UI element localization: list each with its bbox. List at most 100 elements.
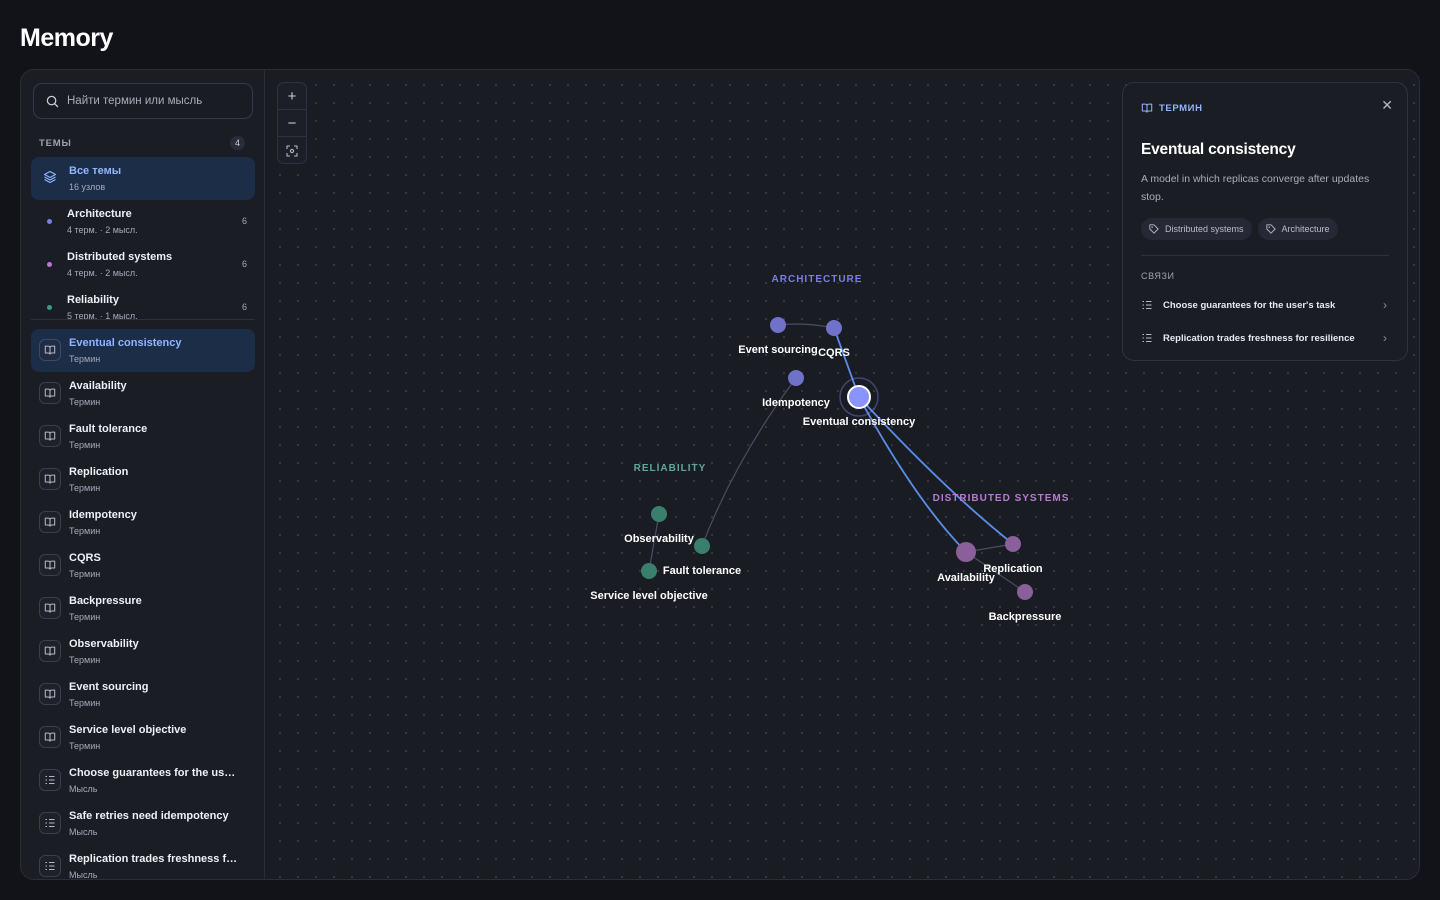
theme-color-dot bbox=[47, 262, 52, 267]
theme-color-dot bbox=[47, 305, 52, 310]
node-list-item-label: Fault tolerance bbox=[69, 423, 148, 435]
node-list-item-type: Термин bbox=[69, 569, 101, 579]
node-event-sourcing[interactable] bbox=[770, 317, 786, 333]
node-label-fault-tolerance: Fault tolerance bbox=[663, 565, 741, 577]
node-list-item-type: Термин bbox=[69, 698, 101, 708]
links-label: СВЯЗИ bbox=[1141, 271, 1175, 281]
node-type-icon bbox=[39, 640, 61, 662]
detail-panel: ТЕРМИН ✕ Eventual consistency A model in… bbox=[1122, 82, 1408, 361]
node-list-item[interactable]: Event sourcing Термин bbox=[31, 673, 255, 716]
node-idempotency[interactable] bbox=[788, 370, 804, 386]
book-icon bbox=[44, 345, 56, 355]
node-list-item-label: Eventual consistency bbox=[69, 337, 182, 349]
node-list-item[interactable]: Replication trades freshness for … Мысль bbox=[31, 845, 255, 879]
thought-icon bbox=[45, 775, 55, 785]
node-list-item[interactable]: Replication Термин bbox=[31, 458, 255, 501]
node-type-icon bbox=[39, 812, 61, 834]
node-list-item[interactable]: Observability Термин bbox=[31, 630, 255, 673]
search-input[interactable] bbox=[67, 95, 237, 107]
node-list-item-type: Термин bbox=[69, 612, 101, 622]
node-label-event-sourcing: Event sourcing bbox=[738, 344, 817, 356]
node-cqrs[interactable] bbox=[826, 320, 842, 336]
book-icon bbox=[44, 689, 56, 699]
node-list-item-label: Replication bbox=[69, 466, 129, 478]
thought-icon bbox=[1142, 300, 1152, 310]
node-list-item-type: Термин bbox=[69, 440, 101, 450]
node-replication[interactable] bbox=[1005, 536, 1021, 552]
search-box[interactable] bbox=[33, 83, 253, 119]
sidebar-divider bbox=[31, 319, 255, 320]
book-icon bbox=[1141, 103, 1153, 113]
panel-kicker: ТЕРМИН bbox=[1141, 102, 1203, 114]
node-list-item[interactable]: CQRS Термин bbox=[31, 544, 255, 587]
book-icon bbox=[44, 474, 56, 484]
thought-icon bbox=[1142, 333, 1152, 343]
node-backpressure[interactable] bbox=[1017, 584, 1033, 600]
cluster-label-distributed-systems: DISTRIBUTED SYSTEMS bbox=[933, 493, 1070, 504]
node-list-item-label: Idempotency bbox=[69, 509, 137, 521]
node-label-backpressure: Backpressure bbox=[989, 611, 1062, 623]
panel-kicker-text: ТЕРМИН bbox=[1159, 102, 1203, 114]
node-label-eventual-consistency: Eventual consistency bbox=[803, 416, 916, 428]
node-list-item-label: Backpressure bbox=[69, 595, 142, 607]
node-service-level-objective[interactable] bbox=[641, 563, 657, 579]
node-list-item[interactable]: Choose guarantees for the user'… Мысль bbox=[31, 759, 255, 802]
node-type-icon bbox=[39, 769, 61, 791]
link-item[interactable]: Replication trades freshness for resilie… bbox=[1141, 324, 1393, 352]
book-icon bbox=[44, 517, 56, 527]
theme-item-all[interactable]: Все темы 16 узлов bbox=[31, 157, 255, 200]
node-list-item[interactable]: Safe retries need idempotency Мысль bbox=[31, 802, 255, 845]
node-fault-tolerance[interactable] bbox=[694, 538, 710, 554]
node-list-item[interactable]: Availability Термин bbox=[31, 372, 255, 415]
close-icon[interactable]: ✕ bbox=[1381, 97, 1393, 114]
theme-item-sub: 5 терм. · 1 мысл. bbox=[67, 311, 138, 319]
themes-header: ТЕМЫ 4 bbox=[39, 136, 245, 150]
node-list-item[interactable]: Service level objective Термин bbox=[31, 716, 255, 759]
node-type-icon bbox=[39, 855, 61, 877]
edge-eventsourcing-cqrs bbox=[777, 323, 835, 329]
node-list-item-type: Термин bbox=[69, 741, 101, 751]
theme-item-sub: 16 узлов bbox=[69, 182, 106, 192]
node-type-icon bbox=[39, 683, 61, 705]
book-icon bbox=[44, 732, 56, 742]
page-title: Memory bbox=[20, 24, 113, 52]
book-icon bbox=[44, 603, 56, 613]
node-label-observability: Observability bbox=[624, 533, 695, 545]
tag-icon bbox=[1149, 224, 1159, 234]
theme-item-label: Все темы bbox=[69, 165, 122, 177]
node-type-icon bbox=[39, 425, 61, 447]
theme-item-sub: 4 терм. · 2 мысл. bbox=[67, 225, 138, 235]
cluster-label-reliability: RELIABILITY bbox=[634, 463, 707, 474]
themes-label: ТЕМЫ bbox=[39, 137, 72, 149]
theme-item-distributed-systems[interactable]: Distributed systems 4 терм. · 2 мысл. 6 bbox=[31, 243, 255, 286]
theme-item-count: 6 bbox=[241, 216, 247, 226]
node-eventual-consistency[interactable] bbox=[847, 385, 871, 409]
node-list-item-type: Термин bbox=[69, 526, 101, 536]
node-list-item-label: Event sourcing bbox=[69, 681, 149, 693]
node-type-icon bbox=[39, 339, 61, 361]
thought-icon bbox=[45, 818, 55, 828]
search-icon bbox=[46, 95, 59, 107]
node-list-item[interactable]: Idempotency Термин bbox=[31, 501, 255, 544]
panel-title: Eventual consistency bbox=[1141, 141, 1296, 158]
book-icon bbox=[44, 560, 56, 570]
node-observability[interactable] bbox=[651, 506, 667, 522]
tag-chip[interactable]: Architecture bbox=[1257, 218, 1338, 240]
node-list-item-label: Service level objective bbox=[69, 724, 187, 736]
node-type-icon bbox=[39, 726, 61, 748]
tag-label: Distributed systems bbox=[1165, 224, 1244, 234]
link-item[interactable]: Choose guarantees for the user's task › bbox=[1141, 291, 1393, 319]
node-list-item[interactable]: Eventual consistency Термин bbox=[31, 329, 255, 372]
node-label-service-level-objective: Service level objective bbox=[590, 590, 707, 602]
node-availability[interactable] bbox=[956, 542, 976, 562]
theme-item-reliability[interactable]: Reliability 5 терм. · 1 мысл. 6 bbox=[31, 286, 255, 319]
tag-icon bbox=[1265, 224, 1276, 234]
sidebar: ТЕМЫ 4 Все темы 16 узлов Architecture 4 … bbox=[21, 70, 265, 879]
tag-chip[interactable]: Distributed systems bbox=[1141, 218, 1252, 240]
node-list-item-type: Термин bbox=[69, 483, 101, 493]
theme-item-architecture[interactable]: Architecture 4 терм. · 2 мысл. 6 bbox=[31, 200, 255, 243]
node-list-item[interactable]: Fault tolerance Термин bbox=[31, 415, 255, 458]
node-list-item[interactable]: Backpressure Термин bbox=[31, 587, 255, 630]
node-list-item-label: CQRS bbox=[69, 552, 101, 564]
node-list-item-type: Мысль bbox=[69, 870, 98, 879]
